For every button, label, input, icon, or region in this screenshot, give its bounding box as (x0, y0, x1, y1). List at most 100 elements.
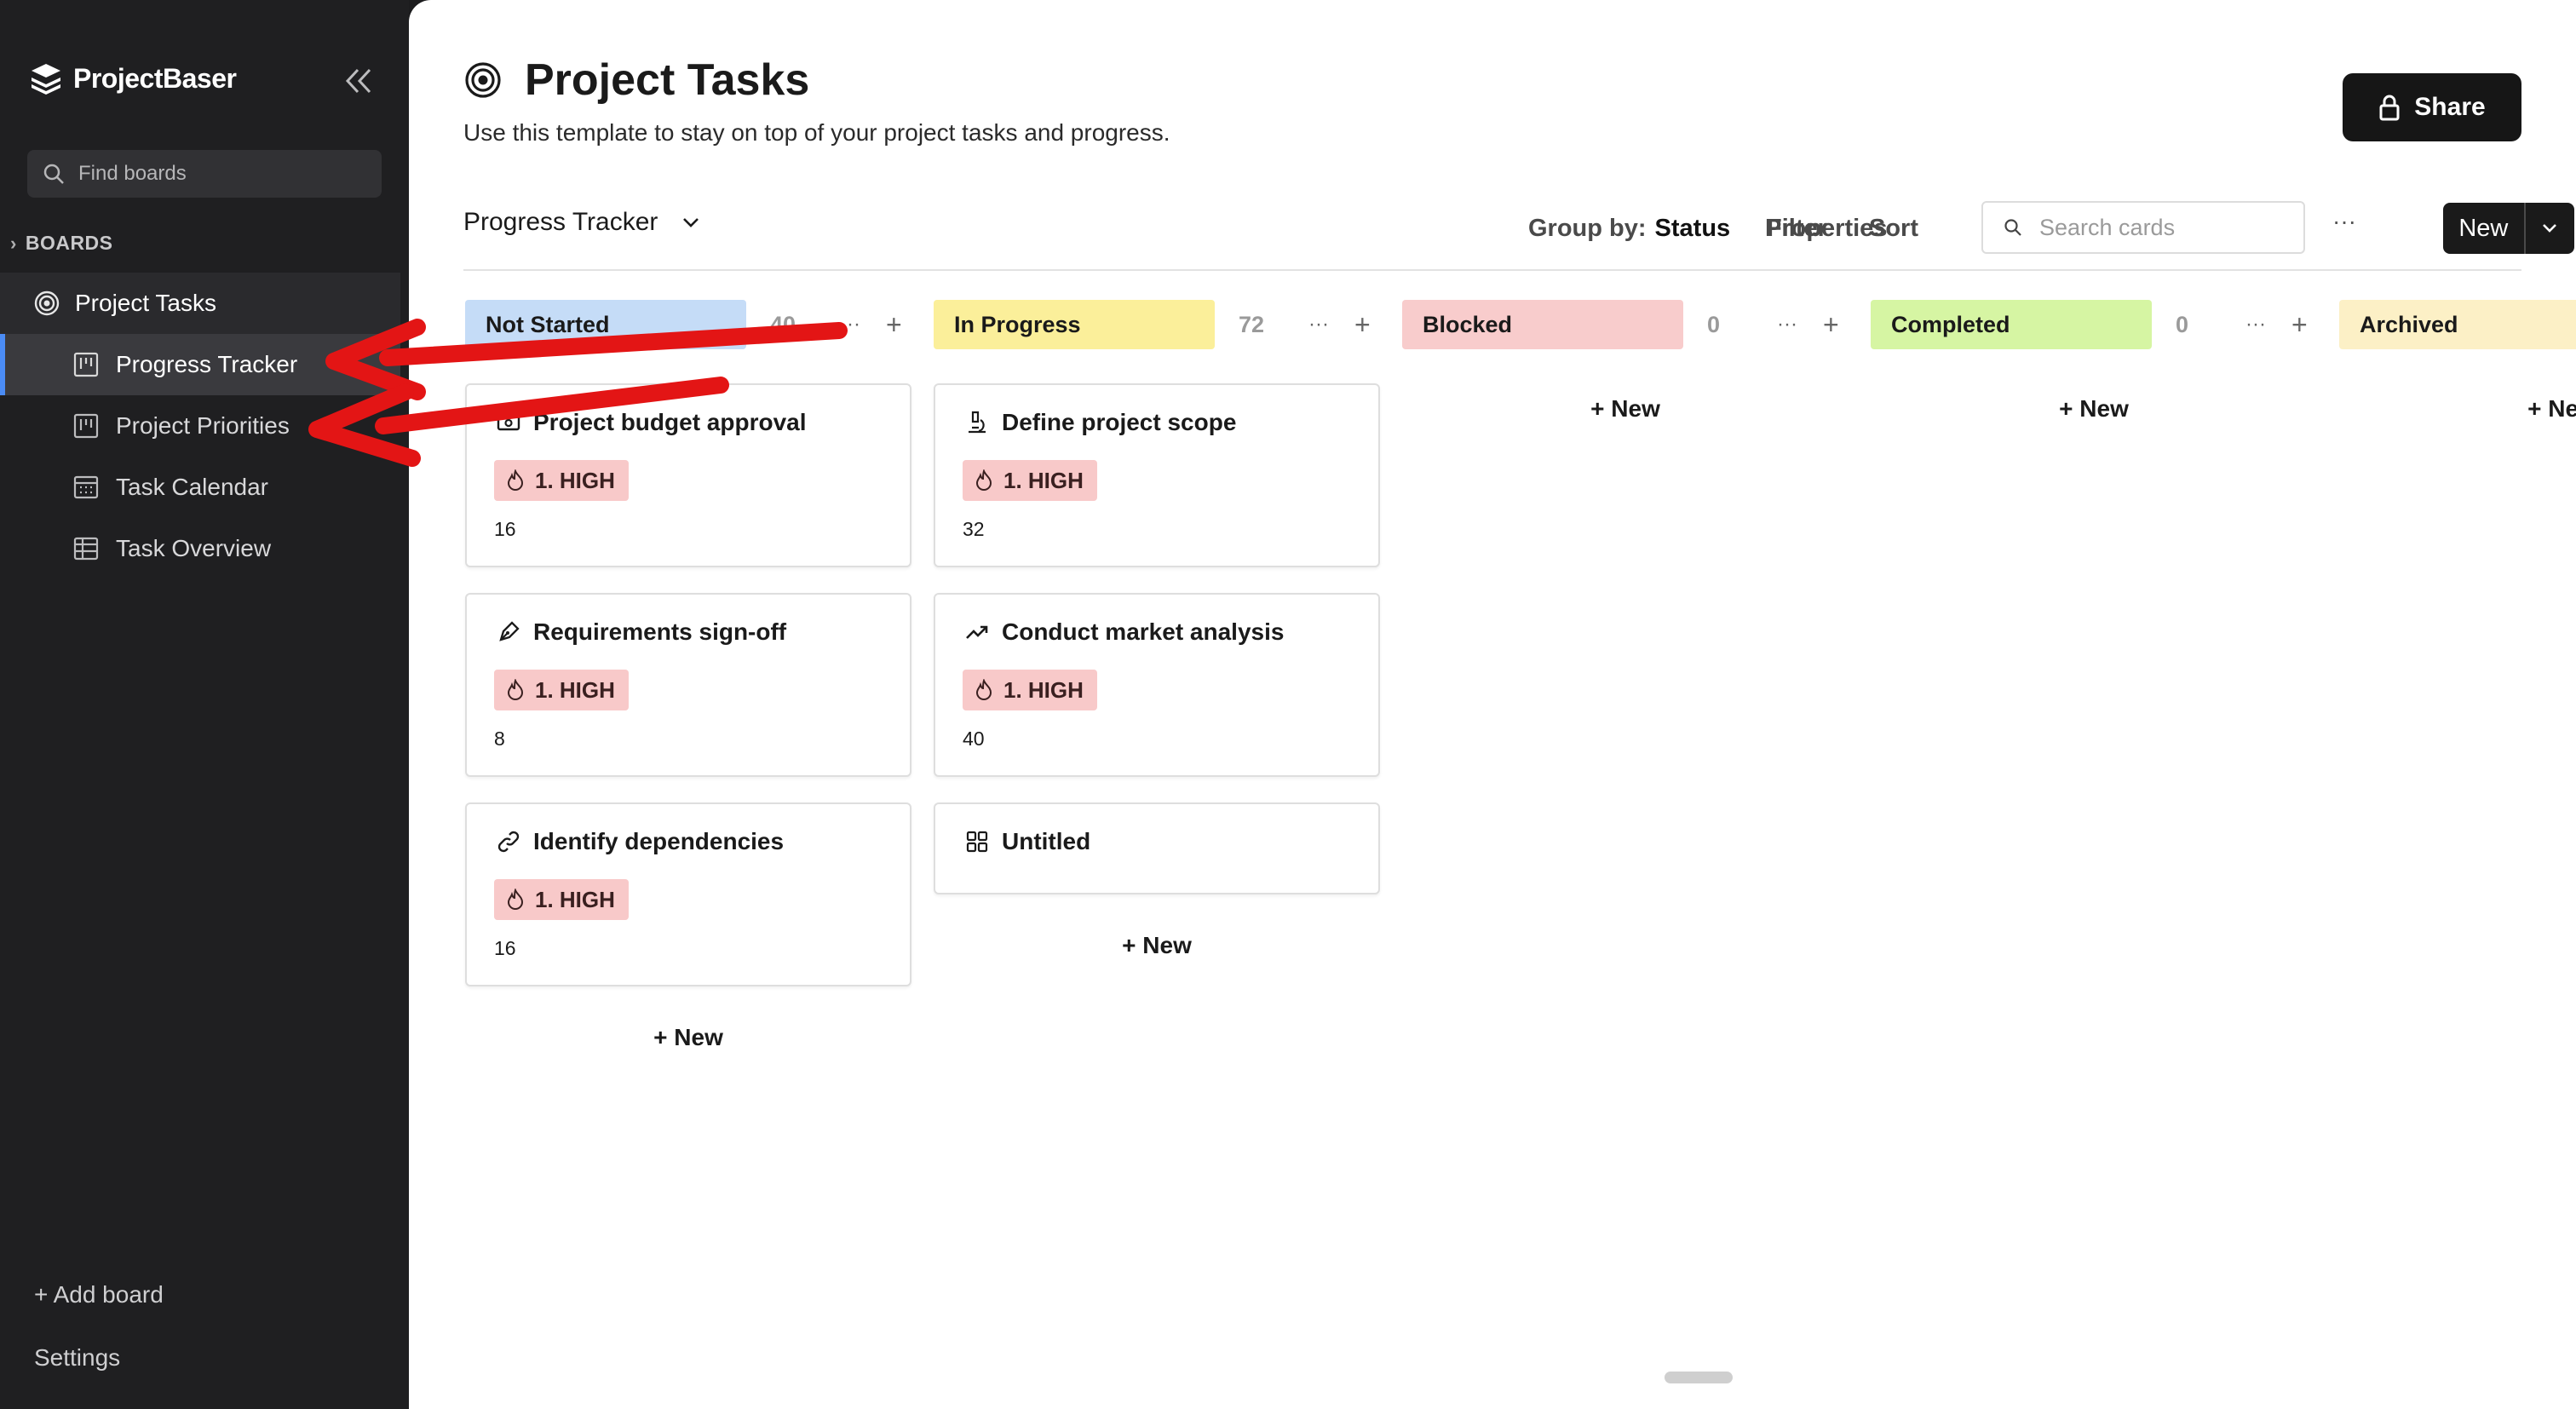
sort-button[interactable]: Sort (1869, 215, 1918, 243)
scroll-handle[interactable] (1665, 1372, 1733, 1383)
table-icon (72, 534, 101, 563)
card-project-budget-approval[interactable]: Project budget approval 1. HIGH 16 (465, 383, 911, 567)
column-more-icon[interactable]: ··· (2245, 313, 2266, 336)
card-define-project-scope[interactable]: Define project scope 1. HIGH 32 (934, 383, 1380, 567)
brand[interactable]: ProjectBaser (29, 56, 237, 101)
view-selector[interactable]: Progress Tracker (463, 208, 700, 237)
card-value: 40 (963, 728, 985, 750)
card-title: Project budget approval (496, 409, 807, 436)
board-icon (72, 350, 101, 379)
column-label[interactable]: Archived (2339, 300, 2576, 349)
page-title: Project Tasks (525, 55, 810, 105)
find-boards-field[interactable] (27, 150, 382, 198)
chevron-down-icon (683, 218, 699, 227)
sidebar-item-project-priorities[interactable]: Project Priorities (0, 395, 400, 457)
priority-label: 1. HIGH (535, 467, 615, 493)
column-header-in-progress: In Progress 72 ··· + (934, 300, 1371, 349)
sidebar-item-label: Task Calendar (116, 474, 268, 500)
add-card-blocked[interactable]: + New (1402, 395, 1849, 423)
target-icon (465, 62, 501, 98)
card-title: Identify dependencies (496, 828, 784, 855)
share-button[interactable]: Share (2343, 73, 2521, 141)
column-add-icon[interactable]: + (1823, 309, 1839, 341)
column-header-blocked: Blocked 0 ··· + (1402, 300, 1839, 349)
find-boards-input[interactable] (77, 161, 370, 187)
column-more-icon[interactable]: ··· (1777, 313, 1797, 336)
money-icon (497, 412, 520, 431)
search-cards-input[interactable] (2038, 213, 2297, 242)
search-icon (2004, 219, 2021, 236)
column-count: 0 (1707, 311, 1721, 337)
grid-icon (966, 831, 988, 853)
settings-link[interactable]: Settings (34, 1344, 120, 1372)
card-conduct-market-analysis[interactable]: Conduct market analysis 1. HIGH 40 (934, 593, 1380, 777)
card-title-text: Requirements sign-off (533, 618, 787, 645)
add-card-in-progress[interactable]: + New (934, 932, 1380, 959)
column-header-archived: Archived (2339, 300, 2576, 349)
card-title: Define project scope (964, 409, 1236, 436)
sidebar-item-label: Progress Tracker (116, 351, 298, 377)
flame-icon (975, 679, 992, 700)
add-board-button[interactable]: + Add board (34, 1281, 164, 1308)
column-add-icon[interactable]: + (1354, 309, 1371, 341)
search-cards-field[interactable] (1981, 201, 2305, 254)
card-title-text: Identify dependencies (533, 828, 785, 854)
flame-icon (507, 889, 524, 910)
priority-label: 1. HIGH (1003, 467, 1084, 493)
column-label[interactable]: Blocked (1402, 300, 1683, 349)
sidebar-item-task-overview[interactable]: Task Overview (0, 518, 400, 579)
sidebar-item-project-tasks[interactable]: Project Tasks (0, 273, 400, 334)
page-subtitle: Use this template to stay on top of your… (463, 119, 1170, 146)
card-value: 16 (494, 937, 516, 959)
card-identify-dependencies[interactable]: Identify dependencies 1. HIGH 16 (465, 802, 911, 986)
card-untitled[interactable]: Untitled (934, 802, 1380, 894)
flame-icon (975, 469, 992, 491)
layers-logo-icon (32, 64, 60, 95)
sidebar-item-task-calendar[interactable]: Task Calendar (0, 457, 400, 518)
column-more-icon[interactable]: ··· (840, 313, 860, 336)
add-card-not-started[interactable]: + New (465, 1024, 911, 1051)
add-card-archived[interactable]: + New (2339, 395, 2576, 423)
sidebar: ProjectBaser › BOARDS (0, 0, 409, 1409)
column-more-icon[interactable]: ··· (1308, 313, 1329, 336)
chevron-right-icon: › (10, 232, 17, 254)
boards-section-toggle[interactable]: › BOARDS (10, 232, 113, 255)
microscope-icon (969, 411, 986, 434)
view-selector-label: Progress Tracker (463, 208, 658, 236)
card-title-text: Untitled (1002, 828, 1091, 854)
app-window: ProjectBaser › BOARDS (0, 0, 2576, 1409)
card-value: 8 (494, 728, 505, 750)
card-title: Requirements sign-off (496, 618, 786, 646)
group-by-button[interactable]: Group by: Status (1528, 215, 1730, 243)
new-card-dropdown[interactable] (2523, 203, 2574, 254)
column-add-icon[interactable]: + (2291, 309, 2308, 341)
priority-badge: 1. HIGH (494, 460, 629, 501)
add-card-completed[interactable]: + New (1871, 395, 2317, 423)
page-header: Project Tasks (463, 55, 809, 106)
column-label[interactable]: In Progress (934, 300, 1215, 349)
priority-label: 1. HIGH (535, 676, 615, 703)
priority-badge: 1. HIGH (963, 670, 1097, 710)
pen-icon (499, 621, 520, 641)
lock-icon (2379, 95, 2400, 121)
target-icon (32, 289, 61, 318)
sidebar-item-progress-tracker[interactable]: Progress Tracker (0, 334, 400, 395)
card-requirements-sign-off[interactable]: Requirements sign-off 1. HIGH 8 (465, 593, 911, 777)
search-icon (43, 164, 64, 184)
column-label[interactable]: Not Started (465, 300, 746, 349)
priority-badge: 1. HIGH (494, 879, 629, 920)
sidebar-item-label: Project Priorities (116, 412, 290, 439)
priority-badge: 1. HIGH (963, 460, 1097, 501)
column-header-completed: Completed 0 ··· + (1871, 300, 2308, 349)
link-icon (497, 831, 520, 853)
main-panel: Project Tasks Use this template to stay … (409, 0, 2576, 1409)
collapse-sidebar-icon[interactable] (342, 65, 375, 97)
card-title: Untitled (964, 828, 1090, 855)
sidebar-item-label: Project Tasks (75, 290, 216, 316)
column-label[interactable]: Completed (1871, 300, 2152, 349)
filter-button[interactable]: Filter (1767, 215, 1827, 243)
card-title: Conduct market analysis (964, 618, 1284, 646)
new-card-button[interactable]: New (2443, 203, 2524, 254)
more-options-icon[interactable]: ··· (2332, 208, 2356, 235)
column-add-icon[interactable]: + (886, 309, 902, 341)
